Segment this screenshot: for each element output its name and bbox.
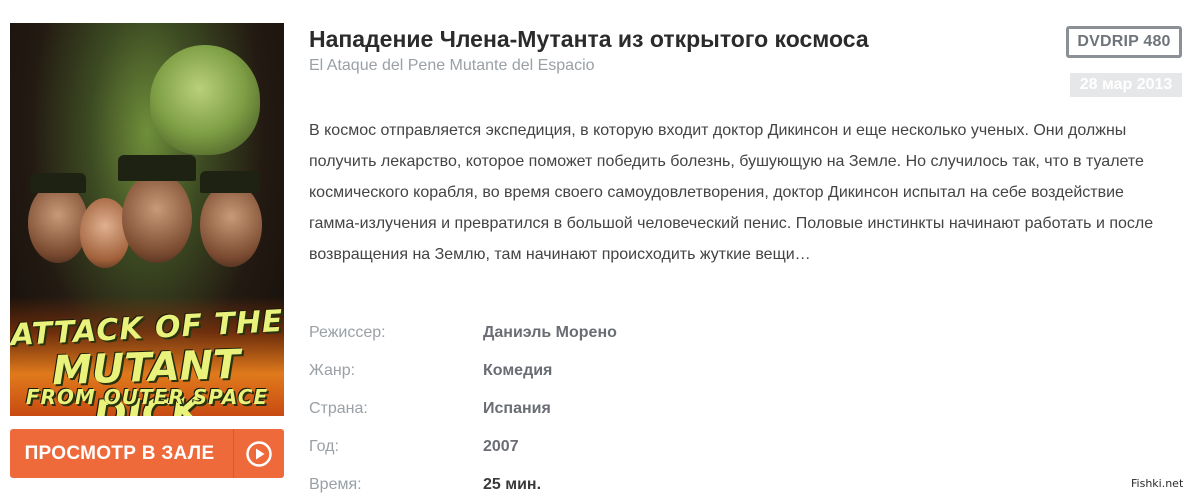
movie-poster[interactable]: ATTACK OF THE MUTANT DICK FROM OUTER SPA… xyxy=(10,23,284,416)
poster-helmet-1 xyxy=(30,173,86,193)
info-row-country: Страна: Испания xyxy=(309,390,809,428)
info-key: Год: xyxy=(309,438,339,455)
poster-figure-3 xyxy=(122,173,192,263)
info-row-director: Режиссер: Даниэль Морено xyxy=(309,314,809,352)
poster-figure-4 xyxy=(200,183,262,267)
poster-helmet-4 xyxy=(200,171,260,193)
poster-figure-1 xyxy=(28,183,88,263)
info-value[interactable]: 2007 xyxy=(483,438,519,456)
info-row-duration: Время: 25 мин. xyxy=(309,466,809,495)
info-key: Время: xyxy=(309,476,362,493)
poster-title-line-3: FROM OUTER SPACE xyxy=(25,385,269,409)
info-key: Страна: xyxy=(309,400,368,417)
movie-description: В космос отправляется экспедиция, в кото… xyxy=(309,122,1154,263)
info-value[interactable]: Даниэль Морено xyxy=(483,324,617,342)
info-value[interactable]: Испания xyxy=(483,400,551,418)
info-value: 25 мин. xyxy=(483,476,542,493)
info-row-genre: Жанр: Комедия xyxy=(309,352,809,390)
info-key: Жанр: xyxy=(309,362,356,379)
poster-alien-art xyxy=(150,45,260,155)
release-date-badge: 28 мар 2013 xyxy=(1070,73,1182,97)
quality-badge: DVDRIP 480 xyxy=(1066,26,1182,58)
info-row-year: Год: 2007 xyxy=(309,428,809,466)
play-circle-icon xyxy=(234,429,284,478)
poster-cap-3 xyxy=(118,155,196,181)
info-value[interactable]: Комедия xyxy=(483,362,552,380)
movie-info-table: Режиссер: Даниэль Морено Жанр: Комедия С… xyxy=(309,314,809,495)
watch-in-hall-button[interactable]: ПРОСМОТР В ЗАЛЕ xyxy=(10,429,284,478)
watermark: Fishki.net xyxy=(1131,477,1184,490)
movie-title: Нападение Члена-Мутанта из открытого кос… xyxy=(309,26,869,52)
watch-button-label: ПРОСМОТР В ЗАЛЕ xyxy=(24,442,215,464)
info-key: Режиссер: xyxy=(309,324,386,341)
original-title: El Ataque del Pene Mutante del Espacio xyxy=(309,57,595,74)
